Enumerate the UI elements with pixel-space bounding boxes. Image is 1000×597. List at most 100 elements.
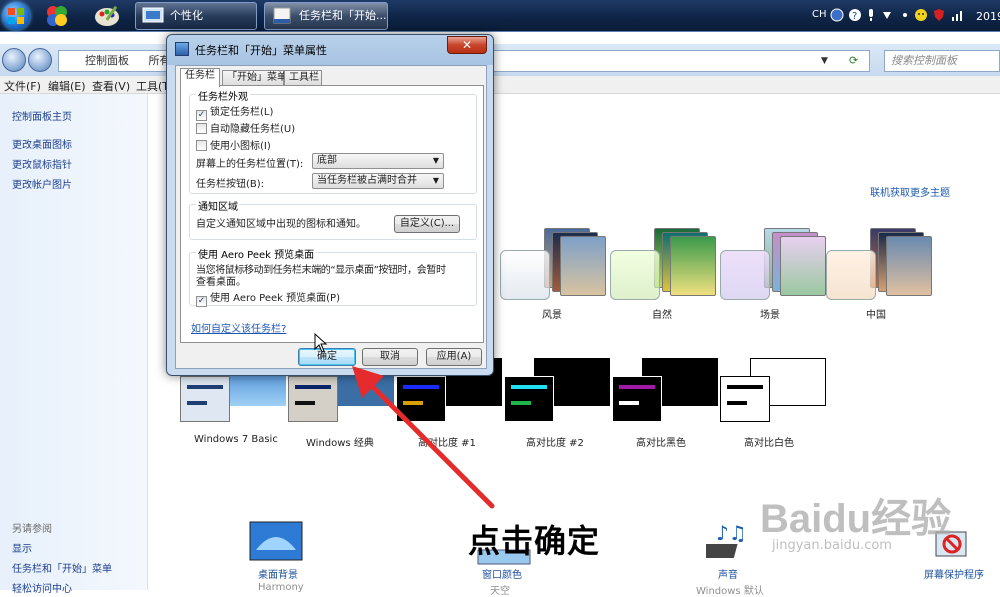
customize-button[interactable]: 自定义(C)... — [394, 215, 460, 233]
ime-icon[interactable] — [830, 8, 844, 22]
tab-taskbar[interactable]: 任务栏 — [180, 68, 220, 87]
theme-caption: Windows 7 Basic — [194, 434, 278, 445]
cancel-button[interactable]: 取消 — [362, 348, 418, 366]
sidebar-link-account-picture[interactable]: 更改帐户图片 — [12, 176, 72, 191]
paint-app-icon[interactable] — [92, 3, 124, 29]
personalization-icon — [142, 7, 164, 25]
notification-description: 自定义通知区域中出现的图标和通知。 — [196, 219, 366, 230]
screensaver-label[interactable]: 屏幕保护程序 — [924, 566, 984, 581]
mouse-cursor-icon — [314, 333, 328, 353]
menu-file[interactable]: 文件(F) — [4, 78, 41, 94]
sidebar-link-home[interactable]: 控制面板主页 — [12, 108, 72, 123]
see-also-taskbar[interactable]: 任务栏和「开始」菜单 — [12, 560, 112, 575]
dialog-body: 任务栏 「开始」菜单 工具栏 任务栏外观 ✓ 锁定任务栏(L) 自动隐藏任务栏(U… — [175, 65, 487, 369]
see-also-ease-of-access[interactable]: 轻松访问中心 — [12, 580, 72, 595]
taskbar-item-taskbar-properties[interactable]: 任务栏和「开始... — [264, 2, 388, 30]
watermark-url: jingyan.baidu.com — [772, 538, 892, 553]
theme-caption: 自然 — [652, 310, 672, 321]
theme-caption: 高对比白色 — [744, 438, 794, 449]
chevron-down-icon[interactable]: ▼ — [821, 51, 828, 71]
checkbox-checked-icon[interactable]: ✓ — [196, 296, 207, 307]
svg-text:♪♫: ♪♫ — [716, 521, 747, 545]
search-input[interactable]: 搜索控制面板 — [884, 50, 1000, 72]
chevron-down-icon: ▼ — [432, 176, 439, 185]
network-icon[interactable] — [950, 8, 964, 22]
tab-start-menu[interactable]: 「开始」菜单 — [222, 70, 287, 86]
aero-peek-group-title: 使用 Aero Peek 预览桌面 — [196, 246, 317, 261]
autohide-checkbox[interactable]: 自动隐藏任务栏(U) — [196, 120, 295, 135]
windows-logo-icon — [8, 8, 24, 24]
see-also-display[interactable]: 显示 — [12, 540, 32, 555]
window-color-label[interactable]: 窗口颜色 — [482, 566, 522, 581]
theme-nature[interactable] — [610, 228, 720, 304]
buttons-select[interactable]: 当任务栏被占满时合并 ▼ — [312, 173, 444, 189]
tab-panel-taskbar: 任务栏外观 ✓ 锁定任务栏(L) 自动隐藏任务栏(U) 使用小图标(I) 屏幕上的… — [180, 85, 484, 343]
tab-toolbars[interactable]: 工具栏 — [284, 70, 322, 86]
menu-view[interactable]: 查看(V) — [92, 78, 130, 94]
buttons-label: 任务栏按钮(B): — [196, 179, 265, 190]
dialog-title: 任务栏和「开始」菜单属性 — [195, 44, 327, 57]
dot-icon — [898, 8, 912, 22]
desktop-background-label[interactable]: 桌面背景 — [258, 566, 298, 581]
pinned-app-icon[interactable] — [42, 3, 74, 29]
position-select[interactable]: 底部 ▼ — [312, 153, 444, 169]
aero-peek-checkbox[interactable]: ✓ 使用 Aero Peek 预览桌面(P) — [196, 289, 340, 307]
apply-button[interactable]: 应用(A) — [426, 348, 482, 366]
desktop-background-value: Harmony — [258, 582, 304, 593]
theme-high-contrast-white[interactable] — [720, 358, 826, 428]
theme-china[interactable] — [826, 228, 936, 304]
theme-scenes[interactable] — [720, 228, 830, 304]
theme-caption: 高对比度 #1 — [418, 438, 476, 449]
theme-caption: 高对比度 #2 — [526, 438, 584, 449]
refresh-icon[interactable]: ⟳ — [849, 51, 858, 71]
sound-label[interactable]: 声音 — [718, 566, 738, 581]
sidebar-link-mouse-pointers[interactable]: 更改鼠标指针 — [12, 156, 72, 171]
theme-caption: 风景 — [542, 310, 562, 321]
svg-text:?: ? — [852, 11, 857, 22]
theme-landscape[interactable] — [500, 228, 610, 304]
chevron-down-icon: ▼ — [432, 156, 439, 165]
taskbar-item-label: 任务栏和「开始... — [299, 9, 387, 22]
lock-taskbar-checkbox[interactable]: ✓ 锁定任务栏(L) — [196, 103, 273, 121]
sidebar: 控制面板主页 更改桌面图标 更改鼠标指针 更改帐户图片 另请参阅 显示 任务栏和… — [0, 94, 148, 595]
security-shield-icon[interactable] — [932, 8, 946, 22]
close-icon: ✕ — [461, 38, 473, 52]
start-button[interactable] — [2, 2, 30, 30]
checkbox-empty-icon[interactable] — [196, 140, 207, 151]
menu-edit[interactable]: 编辑(E) — [48, 78, 86, 94]
theme-caption: Windows 经典 — [306, 438, 374, 449]
theme-high-contrast-2[interactable] — [504, 358, 610, 428]
notification-group: 通知区域 自定义通知区域中出现的图标和通知。 自定义(C)... — [189, 198, 477, 240]
watermark-logo: Baidu经验 — [760, 497, 952, 541]
close-button[interactable]: ✕ — [447, 36, 487, 54]
position-label: 屏幕上的任务栏位置(T): — [196, 159, 304, 170]
customize-taskbar-help-link[interactable]: 如何自定义该任务栏? — [191, 320, 286, 335]
sound-item[interactable]: ♪♫ — [699, 520, 750, 564]
baidu-watermark: Baidu经验 jingyan.baidu.com — [760, 486, 952, 553]
language-indicator[interactable]: CH — [812, 9, 827, 20]
menu-bar: 文件(F) 编辑(E) 查看(V) 工具(T) — [0, 76, 1000, 94]
aero-peek-description-2: 查看桌面。 — [196, 277, 246, 288]
arrow-down-icon[interactable] — [880, 8, 894, 22]
forward-button[interactable] — [28, 48, 52, 72]
back-button[interactable] — [2, 48, 26, 72]
sidebar-link-desktop-icons[interactable]: 更改桌面图标 — [12, 136, 72, 151]
small-icons-checkbox[interactable]: 使用小图标(I) — [196, 137, 271, 152]
theme-high-contrast-black[interactable] — [612, 358, 718, 428]
desktop-background-item[interactable] — [248, 520, 308, 564]
instruction-caption: 点击确定 — [468, 522, 601, 560]
online-themes-link[interactable]: 联机获取更多主题 — [870, 184, 950, 199]
sound-icon: ♪♫ — [699, 521, 747, 558]
help-icon[interactable]: ? — [848, 8, 862, 22]
checkbox-empty-icon[interactable] — [196, 123, 207, 134]
theme-caption: 高对比黑色 — [636, 438, 686, 449]
desktop-background-icon — [249, 521, 303, 561]
clock[interactable]: 2019 — [976, 10, 1000, 23]
taskbar-item-personalization[interactable]: 个性化 — [135, 2, 257, 30]
microphone-icon[interactable] — [864, 8, 878, 22]
breadcrumb-control-panel[interactable]: 控制面板 — [85, 54, 129, 67]
aero-peek-group: 使用 Aero Peek 预览桌面 当您将鼠标移动到任务栏末端的“显示桌面”按钮… — [189, 246, 477, 307]
see-also-heading: 另请参阅 — [12, 524, 52, 535]
taskbar-properties-dialog: 任务栏和「开始」菜单属性 ✕ 任务栏 「开始」菜单 工具栏 任务栏外观 ✓ 锁定任… — [166, 34, 494, 376]
smiley-icon[interactable] — [914, 8, 928, 22]
